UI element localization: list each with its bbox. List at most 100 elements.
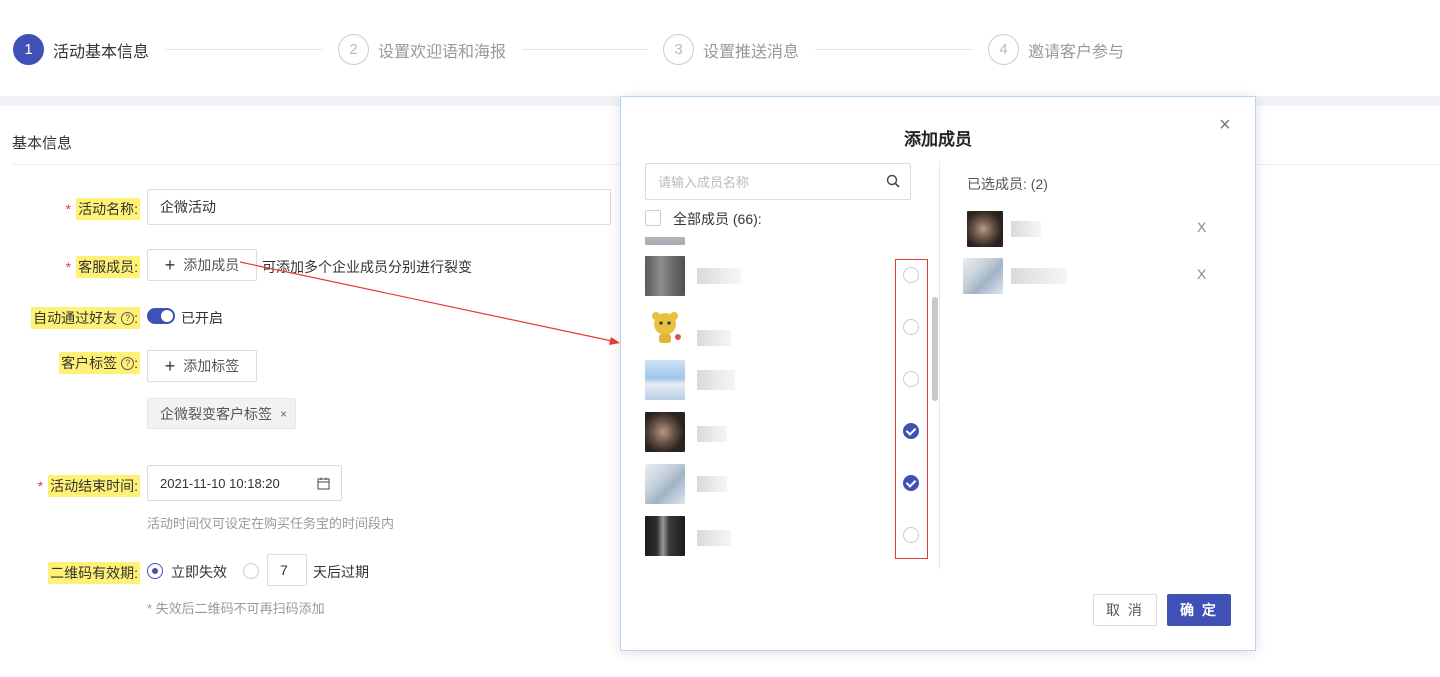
- end-time-hint: 活动时间仅可设定在购买任务宝的时间段内: [147, 516, 395, 531]
- list-item[interactable]: [645, 464, 935, 506]
- qr-hint: * 失效后二维码不可再扫码添加: [147, 601, 325, 616]
- step-label: 设置推送消息: [703, 43, 800, 61]
- label-colon: :: [134, 355, 138, 371]
- list-item[interactable]: [645, 360, 935, 402]
- member-name-blurred: [1011, 268, 1067, 284]
- step-number: 2: [338, 34, 369, 65]
- plus-icon: +: [164, 255, 176, 275]
- scrollbar[interactable]: [932, 297, 938, 401]
- avatar: [645, 256, 685, 296]
- datetime-value: 2021-11-10 10:18:20: [160, 475, 280, 491]
- members-hint: 可添加多个企业成员分别进行裂变: [262, 259, 472, 275]
- step-1[interactable]: 1 活动基本信息: [13, 34, 149, 65]
- required-mark: *: [65, 201, 72, 217]
- annotation-highlight-box: [895, 259, 928, 559]
- step-connector: [815, 49, 973, 50]
- label-text: 自动通过好友: [33, 310, 118, 326]
- required-mark: *: [37, 478, 44, 494]
- member-name-blurred: [697, 530, 731, 546]
- help-icon[interactable]: ?: [121, 311, 135, 325]
- dialog-title: 添加成员: [904, 130, 972, 149]
- auto-accept-label: 自动通过好友?:: [31, 307, 140, 329]
- button-label: 添加成员: [183, 257, 240, 273]
- column-divider: [939, 161, 940, 569]
- avatar: [645, 237, 685, 245]
- remove-member-icon[interactable]: X: [1197, 219, 1206, 235]
- step-3[interactable]: 3 设置推送消息: [663, 34, 799, 65]
- list-item[interactable]: [645, 516, 935, 558]
- tag-label: 企微裂变客户标签: [160, 405, 272, 422]
- calendar-icon: [317, 477, 330, 490]
- step-label: 活动基本信息: [53, 43, 150, 61]
- label-text: 活动结束时间:: [48, 475, 140, 497]
- avatar: [645, 464, 685, 504]
- immediate-label: 立即失效: [171, 564, 227, 580]
- customer-tag: 企微裂变客户标签 ×: [147, 398, 297, 429]
- end-time-label: * 活动结束时间:: [38, 475, 140, 497]
- avatar: [645, 308, 685, 348]
- step-connector: [522, 49, 648, 50]
- add-tag-button[interactable]: + 添加标签: [147, 350, 257, 382]
- label-text: 客户标签: [61, 355, 118, 371]
- step-label: 设置欢迎语和海报: [378, 43, 507, 61]
- avatar: [645, 516, 685, 556]
- step-number: 1: [13, 34, 44, 65]
- end-time-input[interactable]: 2021-11-10 10:18:20: [147, 465, 342, 501]
- step-connector: [165, 49, 323, 50]
- service-members-label: * 客服成员:: [66, 256, 140, 278]
- selected-members-title: 已选成员: (2): [967, 176, 1048, 192]
- avatar: [963, 258, 1003, 294]
- step-number: 3: [663, 34, 694, 65]
- add-member-dialog: 添加成员 × 请输入成员名称 全部成员 (66): 已选成员: (2) X X …: [620, 96, 1256, 651]
- toggle-status: 已开启: [181, 310, 223, 326]
- required-mark: *: [65, 259, 72, 275]
- help-icon[interactable]: ?: [121, 356, 135, 370]
- immediate-radio[interactable]: [147, 563, 163, 579]
- list-item[interactable]: [645, 412, 935, 454]
- label-colon: :: [134, 310, 138, 326]
- section-title: 基本信息: [12, 135, 73, 152]
- avatar: [967, 211, 1003, 247]
- auto-accept-toggle[interactable]: [147, 308, 175, 324]
- search-placeholder: 请输入成员名称: [658, 175, 750, 190]
- step-number: 4: [988, 34, 1019, 65]
- customer-tag-label: 客户标签?:: [59, 352, 140, 374]
- remove-member-icon[interactable]: X: [1197, 266, 1206, 282]
- days-radio[interactable]: [243, 563, 259, 579]
- confirm-button[interactable]: 确 定: [1167, 594, 1231, 626]
- label-text: 客服成员:: [76, 256, 140, 278]
- member-name-blurred: [697, 330, 731, 346]
- member-list: [645, 237, 935, 559]
- member-name-blurred: [697, 476, 727, 492]
- add-member-button[interactable]: + 添加成员: [147, 249, 257, 281]
- search-icon[interactable]: [886, 174, 900, 188]
- page: 1 活动基本信息 2 设置欢迎语和海报 3 设置推送消息 4 邀请客户参与 基本…: [0, 0, 1440, 677]
- remove-tag-icon[interactable]: ×: [280, 407, 287, 421]
- selected-member: X: [963, 258, 1213, 294]
- label-text: 二维码有效期:: [48, 562, 140, 584]
- button-label: 添加标签: [183, 358, 240, 374]
- member-search-input[interactable]: 请输入成员名称: [645, 163, 911, 200]
- list-item[interactable]: [645, 256, 935, 298]
- selected-member: X: [963, 211, 1213, 247]
- qr-validity-label: 二维码有效期:: [48, 562, 140, 584]
- step-label: 邀请客户参与: [1028, 43, 1125, 61]
- all-members-label: 全部成员 (66):: [673, 211, 762, 227]
- days-input[interactable]: 7: [267, 554, 307, 586]
- member-name-blurred: [697, 370, 735, 390]
- steps-bar: 1 活动基本信息 2 设置欢迎语和海报 3 设置推送消息 4 邀请客户参与: [0, 0, 1440, 96]
- plus-icon: +: [164, 356, 176, 376]
- member-name-blurred: [1011, 221, 1041, 237]
- close-icon[interactable]: ×: [1219, 115, 1231, 135]
- avatar: [645, 360, 685, 400]
- activity-name-label: * 活动名称:: [66, 198, 140, 220]
- select-all-checkbox[interactable]: [645, 210, 661, 226]
- activity-name-input[interactable]: 企微活动: [147, 189, 611, 225]
- step-2[interactable]: 2 设置欢迎语和海报: [338, 34, 506, 65]
- label-text: 活动名称:: [76, 198, 140, 220]
- list-item[interactable]: [645, 308, 935, 350]
- cancel-button[interactable]: 取 消: [1093, 594, 1157, 626]
- member-name-blurred: [697, 426, 727, 442]
- step-4[interactable]: 4 邀请客户参与: [988, 34, 1124, 65]
- days-suffix: 天后过期: [313, 564, 369, 580]
